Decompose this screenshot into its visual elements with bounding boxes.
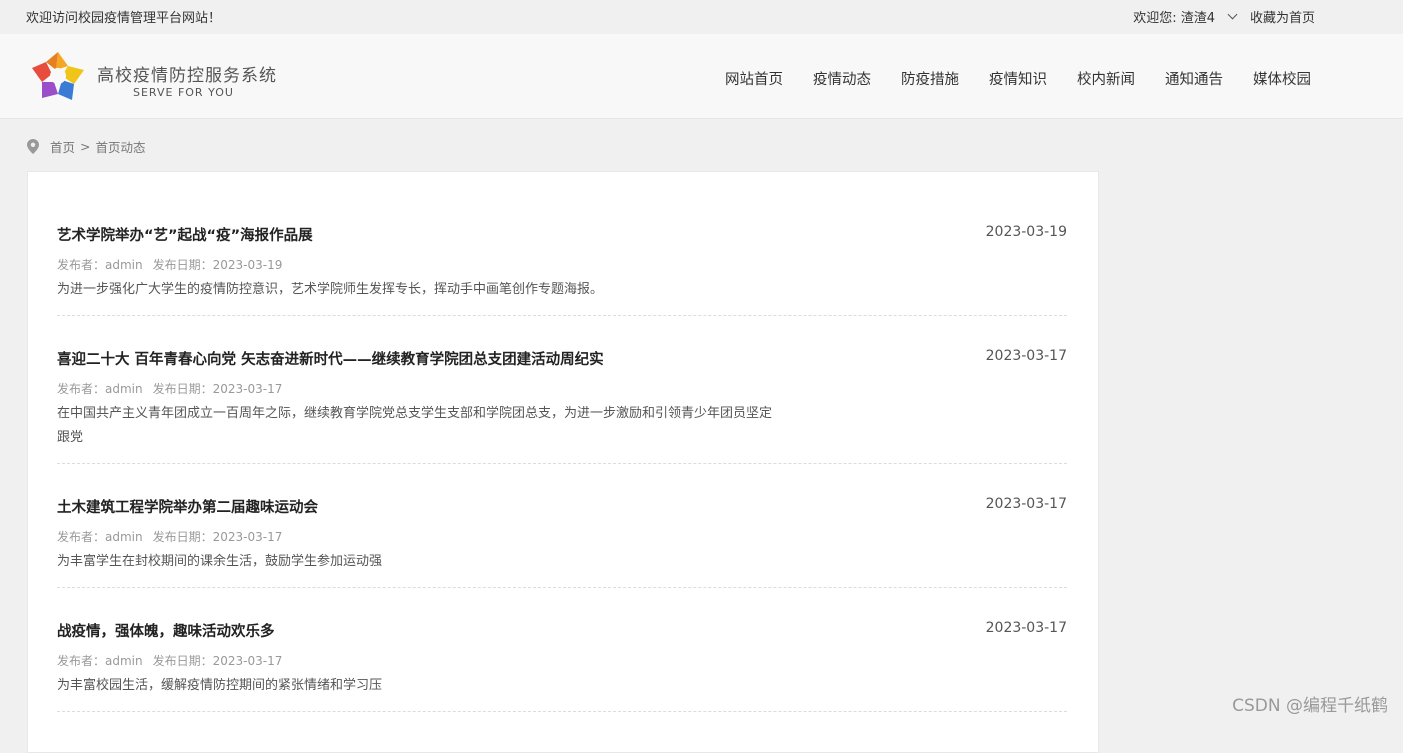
article-author: 发布者：admin	[57, 530, 143, 544]
nav-item-knowledge[interactable]: 疫情知识	[989, 68, 1047, 89]
add-favorite-link[interactable]: 收藏为首页	[1250, 7, 1315, 26]
article-summary: 为丰富校园生活，缓解疫情防控期间的紧张情绪和学习压	[57, 678, 383, 693]
article-meta: 发布者：admin 发布日期：2023-03-17	[57, 652, 282, 669]
article-meta: 发布者：admin 发布日期：2023-03-17	[57, 528, 282, 545]
brand-title: 高校疫情防控服务系统	[97, 66, 277, 86]
top-bar-right: 欢迎您: 渣渣4 收藏为首页	[1133, 7, 1315, 26]
location-pin-icon	[27, 139, 39, 154]
nav-item-home[interactable]: 网站首页	[725, 68, 783, 89]
logo-icon	[32, 52, 84, 100]
user-menu[interactable]: 欢迎您: 渣渣4	[1133, 7, 1215, 26]
main-nav: 网站首页 疫情动态 防疫措施 疫情知识 校内新闻 通知通告 媒体校园	[695, 68, 1311, 89]
nav-item-epidemic-news[interactable]: 疫情动态	[813, 68, 871, 89]
nav-item-media[interactable]: 媒体校园	[1253, 68, 1311, 89]
article-pubdate: 发布日期：2023-03-17	[152, 382, 283, 396]
article-meta: 发布者：admin 发布日期：2023-03-17	[57, 380, 282, 397]
chevron-down-icon[interactable]	[1227, 9, 1238, 20]
breadcrumb-current: 首页动态	[95, 140, 146, 155]
article-summary: 为丰富学生在封校期间的课余生活，鼓励学生参加运动强	[57, 554, 383, 569]
article-title[interactable]: 土木建筑工程学院举办第二届趣味运动会	[57, 496, 318, 517]
brand-subtitle: SERVE FOR YOU	[133, 86, 234, 99]
article-title[interactable]: 喜迎二十大 百年青春心向党 矢志奋进新时代——继续教育学院团总支团建活动周纪实	[57, 348, 604, 369]
breadcrumb: 首页 > 首页动态	[27, 137, 146, 156]
article-date: 2023-03-17	[985, 496, 1067, 512]
welcome-text: 欢迎访问校园疫情管理平台网站！	[26, 11, 222, 26]
list-item: 土木建筑工程学院举办第二届趣味运动会 2023-03-17 发布者：admin 发…	[57, 496, 1067, 588]
article-date: 2023-03-17	[985, 620, 1067, 636]
article-pubdate: 发布日期：2023-03-19	[152, 258, 283, 272]
nav-item-prevention[interactable]: 防疫措施	[901, 68, 959, 89]
article-author: 发布者：admin	[57, 654, 143, 668]
top-bar: 欢迎访问校园疫情管理平台网站！ 欢迎您: 渣渣4 收藏为首页	[0, 0, 1403, 34]
article-date: 2023-03-17	[985, 348, 1067, 364]
watermark: CSDN @编程千纸鹤	[1232, 696, 1388, 716]
article-author: 发布者：admin	[57, 382, 143, 396]
nav-item-notices[interactable]: 通知通告	[1165, 68, 1223, 89]
article-date: 2023-03-19	[985, 224, 1067, 240]
article-summary: 在中国共产主义青年团成立一百周年之际，继续教育学院党总支学生支部和学院团总支，为…	[57, 406, 773, 445]
breadcrumb-home[interactable]: 首页	[50, 137, 75, 156]
nav-item-campus-news[interactable]: 校内新闻	[1077, 68, 1135, 89]
article-list-panel: 艺术学院举办“艺”起战“疫”海报作品展 2023-03-19 发布者：admin…	[27, 171, 1099, 753]
article-title[interactable]: 战疫情，强体魄，趣味活动欢乐多	[57, 620, 275, 641]
article-title[interactable]: 艺术学院举办“艺”起战“疫”海报作品展	[57, 224, 313, 245]
article-pubdate: 发布日期：2023-03-17	[152, 530, 283, 544]
article-author: 发布者：admin	[57, 258, 143, 272]
breadcrumb-separator: >	[80, 139, 91, 154]
list-item: 战疫情，强体魄，趣味活动欢乐多 2023-03-17 发布者：admin 发布日期…	[57, 620, 1067, 712]
article-summary: 为进一步强化广大学生的疫情防控意识，艺术学院师生发挥专长，挥动手中画笔创作专题海…	[57, 282, 604, 297]
list-item: 艺术学院举办“艺”起战“疫”海报作品展 2023-03-19 发布者：admin…	[57, 224, 1067, 316]
list-item: 喜迎二十大 百年青春心向党 矢志奋进新时代——继续教育学院团总支团建活动周纪实 …	[57, 348, 1067, 464]
article-pubdate: 发布日期：2023-03-17	[152, 654, 283, 668]
site-header: 高校疫情防控服务系统 SERVE FOR YOU 网站首页 疫情动态 防疫措施 …	[0, 34, 1403, 119]
article-meta: 发布者：admin 发布日期：2023-03-19	[57, 256, 282, 273]
